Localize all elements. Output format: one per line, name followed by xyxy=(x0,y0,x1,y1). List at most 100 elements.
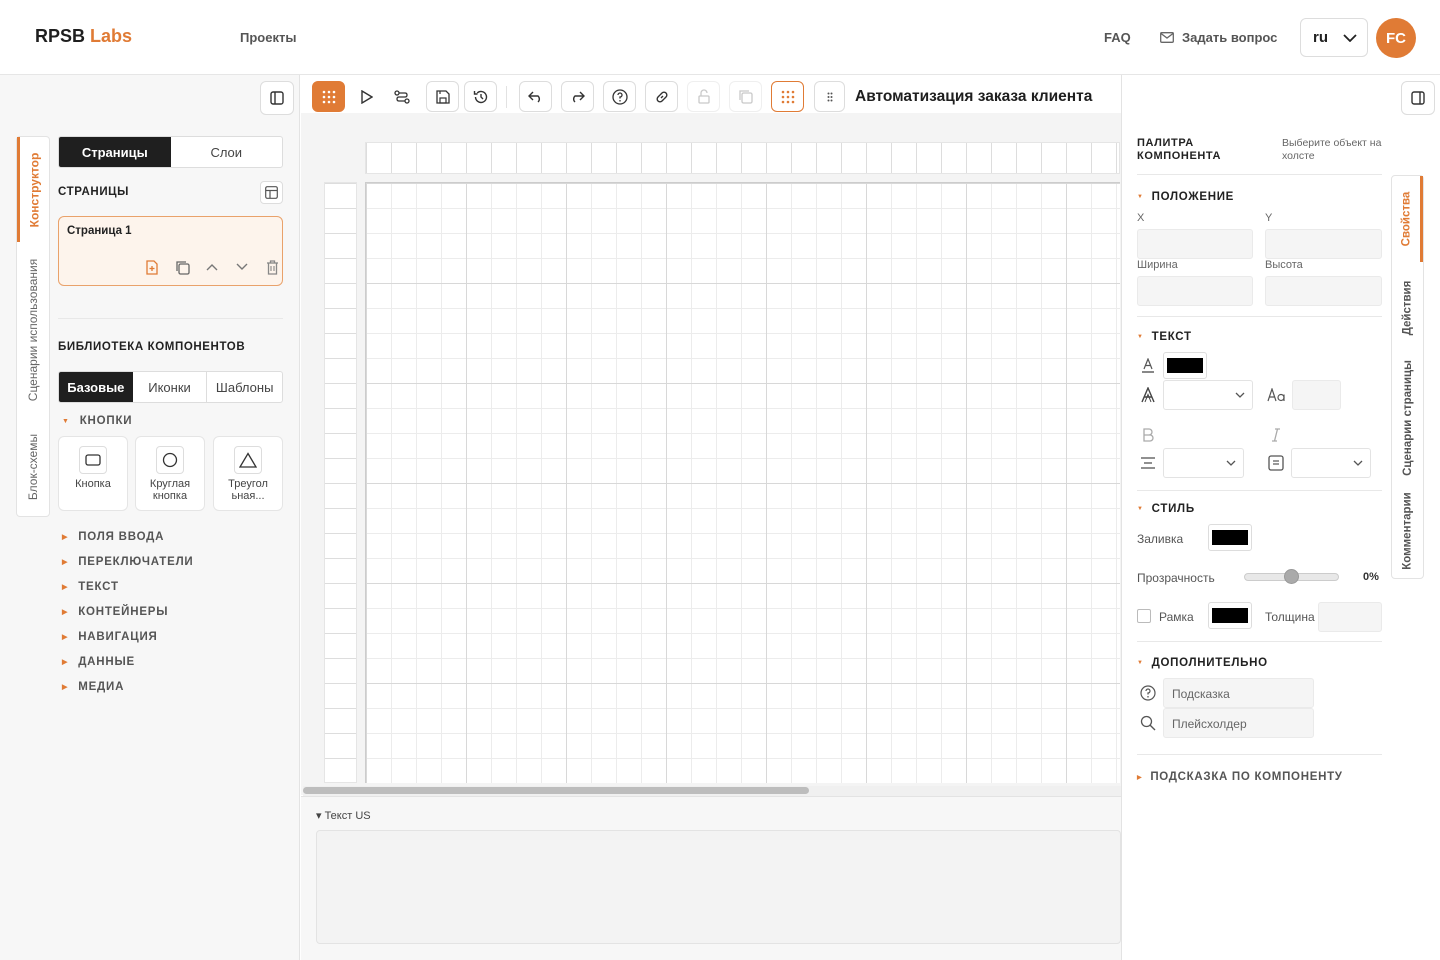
tab-comments[interactable]: Комментарии xyxy=(1392,484,1423,578)
tab-constructor[interactable]: Конструктор xyxy=(17,137,49,242)
drag-handle[interactable] xyxy=(814,81,845,112)
ask-question-link[interactable]: Задать вопрос xyxy=(1160,30,1277,45)
fill-color-swatch[interactable] xyxy=(1208,524,1252,551)
move-down-icon[interactable] xyxy=(232,257,252,277)
bold-icon[interactable] xyxy=(1138,425,1158,445)
flow-button[interactable] xyxy=(385,81,418,112)
tab-flowcharts[interactable]: Блок-схемы xyxy=(17,417,49,517)
logo[interactable]: RPSB Labs xyxy=(35,26,132,47)
nav-projects-link[interactable]: Проекты xyxy=(240,30,296,45)
font-size-icon xyxy=(1266,385,1288,405)
collapse-left-panel-button[interactable] xyxy=(260,81,294,115)
seg-layers[interactable]: Слои xyxy=(171,137,283,167)
category-buttons[interactable]: ▼ КНОПКИ xyxy=(62,415,132,427)
lib-tab-icons[interactable]: Иконки xyxy=(133,372,208,402)
expand-triangle-icon: ▼ xyxy=(1137,194,1144,200)
collapsed-triangle-icon: ▶ xyxy=(62,533,69,541)
section-extra[interactable]: ▼ ДОПОЛНИТЕЛЬНО xyxy=(1137,657,1268,669)
section-extra-label: ДОПОЛНИТЕЛЬНО xyxy=(1151,657,1268,669)
section-style[interactable]: ▼ СТИЛЬ xyxy=(1137,503,1195,515)
tab-properties[interactable]: Свойства xyxy=(1392,176,1423,262)
redo-icon xyxy=(573,91,585,103)
snap-grid-button[interactable] xyxy=(771,81,804,112)
play-button[interactable] xyxy=(350,81,383,112)
category-text[interactable]: ▶ ТЕКСТ xyxy=(62,574,194,599)
move-up-icon[interactable] xyxy=(202,257,222,277)
font-size-input[interactable] xyxy=(1292,380,1341,410)
history-button[interactable] xyxy=(464,81,497,112)
category-buttons-label: КНОПКИ xyxy=(79,415,133,427)
italic-icon[interactable] xyxy=(1266,425,1286,445)
page-card-title: Страница 1 xyxy=(67,225,132,237)
sidebar-toggle-icon xyxy=(270,91,284,105)
text-color-swatch[interactable] xyxy=(1163,352,1207,379)
tab-actions[interactable]: Действия xyxy=(1392,264,1423,352)
delete-page-icon[interactable] xyxy=(262,257,282,277)
opacity-slider-thumb[interactable] xyxy=(1284,569,1299,584)
tab-page-scenarios-label: Сценарии страницы xyxy=(1401,360,1414,476)
opacity-label: Прозрачность xyxy=(1137,571,1215,585)
project-title[interactable]: Автоматизация заказа клиента xyxy=(855,88,1119,106)
fill-label: Заливка xyxy=(1137,532,1184,546)
us-text-area[interactable] xyxy=(316,830,1121,944)
component-button[interactable]: Кнопка xyxy=(58,436,128,511)
undo-button[interactable] xyxy=(519,81,552,112)
thickness-input[interactable] xyxy=(1318,602,1382,632)
chevron-down-icon xyxy=(1226,460,1236,466)
copy-button[interactable] xyxy=(729,81,762,112)
link-button[interactable] xyxy=(645,81,678,112)
right-vertical-tabs: Свойства Действия Сценарии страницы Комм… xyxy=(1391,175,1424,579)
y-input[interactable] xyxy=(1265,229,1382,259)
ask-question-label: Задать вопрос xyxy=(1182,30,1278,45)
help-button[interactable] xyxy=(603,81,636,112)
pages-layout-button[interactable] xyxy=(260,181,283,204)
tab-use-cases[interactable]: Сценарии использования xyxy=(17,245,49,415)
grid-mode-button[interactable] xyxy=(312,81,345,112)
search-icon xyxy=(1138,713,1158,733)
border-color-swatch[interactable] xyxy=(1208,602,1252,629)
tab-constructor-label: Конструктор xyxy=(27,152,42,227)
placeholder-input[interactable]: Плейсхолдер xyxy=(1163,708,1314,738)
category-inputs[interactable]: ▶ ПОЛЯ ВВОДА xyxy=(62,524,194,549)
avatar[interactable]: FC xyxy=(1376,18,1416,58)
section-text[interactable]: ▼ ТЕКСТ xyxy=(1137,331,1192,343)
scrollbar-thumb[interactable] xyxy=(303,787,809,794)
lib-tab-basic[interactable]: Базовые xyxy=(59,372,133,402)
text-align-select[interactable] xyxy=(1163,448,1244,478)
opacity-value: 0% xyxy=(1363,571,1379,583)
right-divider xyxy=(1137,316,1382,317)
border-checkbox[interactable] xyxy=(1137,609,1151,623)
vertical-align-select[interactable] xyxy=(1291,448,1371,478)
section-hint-label: ПОДСКАЗКА ПО КОМПОНЕНТУ xyxy=(1150,771,1343,783)
add-page-icon[interactable] xyxy=(142,257,162,277)
seg-pages[interactable]: Страницы xyxy=(59,137,171,167)
category-media[interactable]: ▶ МЕДИА xyxy=(62,674,194,699)
section-position[interactable]: ▼ ПОЛОЖЕНИЕ xyxy=(1137,191,1234,203)
design-canvas[interactable] xyxy=(365,182,1120,783)
us-text-toggle[interactable]: ▾ Текст US xyxy=(316,809,371,822)
redo-button[interactable] xyxy=(561,81,594,112)
save-button[interactable] xyxy=(426,81,459,112)
category-data[interactable]: ▶ ДАННЫЕ xyxy=(62,649,194,674)
category-navigation[interactable]: ▶ НАВИГАЦИЯ xyxy=(62,624,194,649)
tab-page-scenarios[interactable]: Сценарии страницы xyxy=(1392,354,1423,482)
language-select[interactable]: ru xyxy=(1300,18,1368,57)
component-round-button[interactable]: Круглая кнопка xyxy=(135,436,205,511)
category-containers[interactable]: ▶ КОНТЕЙНЕРЫ xyxy=(62,599,194,624)
category-switches[interactable]: ▶ ПЕРЕКЛЮЧАТЕЛИ xyxy=(62,549,194,574)
component-triangle-button[interactable]: Треугол ьная... xyxy=(213,436,283,511)
duplicate-page-icon[interactable] xyxy=(172,257,192,277)
section-hint[interactable]: ▶ ПОДСКАЗКА ПО КОМПОНЕНТУ xyxy=(1137,771,1343,783)
lib-tab-templates[interactable]: Шаблоны xyxy=(207,372,282,402)
collapse-right-panel-button[interactable] xyxy=(1401,81,1435,115)
font-family-select[interactable] xyxy=(1163,380,1253,410)
tab-comments-label: Комментарии xyxy=(1401,492,1414,570)
page-card[interactable]: Страница 1 xyxy=(58,216,283,286)
lock-button[interactable] xyxy=(687,81,720,112)
width-input[interactable] xyxy=(1137,276,1253,306)
tooltip-input[interactable]: Подсказка xyxy=(1163,678,1314,708)
faq-link[interactable]: FAQ xyxy=(1104,30,1131,45)
x-input[interactable] xyxy=(1137,229,1253,259)
height-input[interactable] xyxy=(1265,276,1382,306)
layout-icon xyxy=(265,186,278,199)
